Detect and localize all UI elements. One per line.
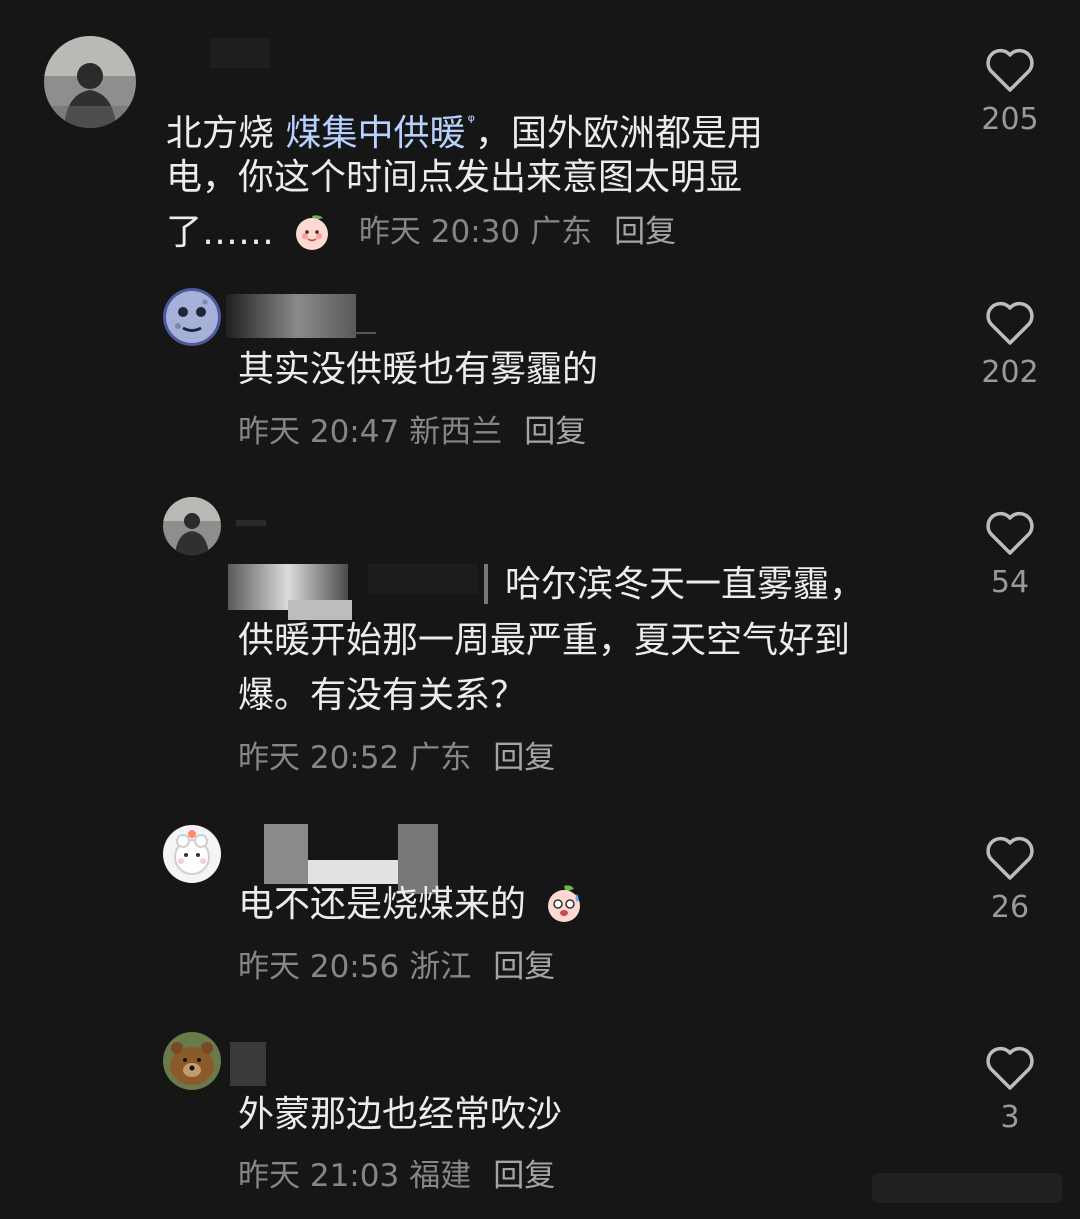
comment-text: 哈尔滨冬天一直雾霾， — [505, 564, 866, 605]
avatar[interactable] — [163, 497, 221, 555]
comment-location: 广东 — [409, 740, 472, 776]
avatar[interactable] — [163, 1032, 221, 1090]
comment-text: 外蒙那边也经常吹沙 — [238, 1094, 563, 1135]
heart-icon — [986, 48, 1034, 92]
worried-peach-emoji — [548, 885, 581, 922]
like-count: 54 — [990, 565, 1030, 600]
comment-location: 浙江 — [409, 949, 472, 985]
comment-text: 电不还是烧煤来的 — [238, 877, 585, 933]
comment-text-line: 电，你这个时间点发出来意图太明显 — [166, 157, 743, 198]
like-button[interactable]: 3 — [970, 1044, 1050, 1136]
heart-icon — [986, 301, 1034, 345]
comment-meta: 昨天 20:30 广东 回复 — [359, 214, 676, 250]
heart-icon — [986, 836, 1034, 880]
comment-location: 福建 — [409, 1158, 472, 1194]
peach-face-emoji — [296, 215, 329, 250]
reply-button[interactable]: 回复 — [493, 949, 555, 985]
watermark — [872, 1173, 1062, 1203]
reply-button[interactable]: 回复 — [493, 1158, 555, 1194]
username-redacted — [228, 520, 498, 620]
comment-meta: 昨天 20:52 广东 回复 — [238, 738, 555, 778]
like-count: 26 — [990, 890, 1030, 925]
comment-time: 昨天 20:56 — [238, 949, 400, 985]
comment-thread: 北方烧 煤集中供暖 ᵠ，国外欧洲都是用 电，你这个时间点发出来意图太明显 了…… … — [0, 0, 1080, 1219]
comment-location: 广东 — [530, 214, 593, 250]
like-button[interactable]: 54 — [970, 509, 1050, 601]
like-button[interactable]: 202 — [970, 299, 1050, 391]
comment-location: 新西兰 — [409, 414, 503, 450]
like-button[interactable]: 205 — [970, 46, 1050, 138]
search-keyword-link[interactable]: 煤集中供暖 ᵠ — [285, 111, 475, 154]
comment-time: 昨天 20:30 — [358, 214, 521, 250]
comment-time: 昨天 20:47 — [238, 414, 400, 450]
heart-icon — [986, 1046, 1034, 1090]
username-redacted — [210, 32, 290, 72]
search-icon: ᵠ — [467, 111, 475, 132]
like-count: 3 — [1000, 1100, 1020, 1135]
comment-meta: 昨天 20:47 新西兰 回复 — [238, 412, 586, 452]
comment-text: 其实没供暖也有雾霾的 — [238, 349, 599, 390]
comment-meta: 昨天 20:56 浙江 回复 — [238, 947, 555, 987]
avatar[interactable] — [163, 825, 221, 883]
reply-button[interactable]: 回复 — [493, 740, 555, 776]
username-redacted — [226, 292, 376, 340]
comment-text-line: 了…… 昨天 20:30 广东 回复 — [166, 212, 677, 253]
reply-button[interactable]: 回复 — [614, 214, 676, 250]
reply-button[interactable]: 回复 — [524, 414, 586, 450]
heart-icon — [986, 511, 1034, 555]
username-redacted — [226, 1040, 276, 1090]
comment-text-line: 爆。有没有关系？ — [238, 675, 527, 716]
comment-time: 昨天 20:52 — [238, 740, 400, 776]
comment-text-line: 供暖开始那一周最严重，夏天空气好到 — [238, 620, 851, 661]
like-count: 202 — [981, 355, 1039, 390]
comment-meta: 昨天 21:03 福建 回复 — [238, 1156, 555, 1196]
comment-time: 昨天 21:03 — [238, 1158, 400, 1194]
like-button[interactable]: 26 — [970, 834, 1050, 926]
avatar[interactable] — [163, 288, 221, 346]
avatar[interactable] — [44, 36, 136, 128]
like-count: 205 — [981, 102, 1039, 137]
